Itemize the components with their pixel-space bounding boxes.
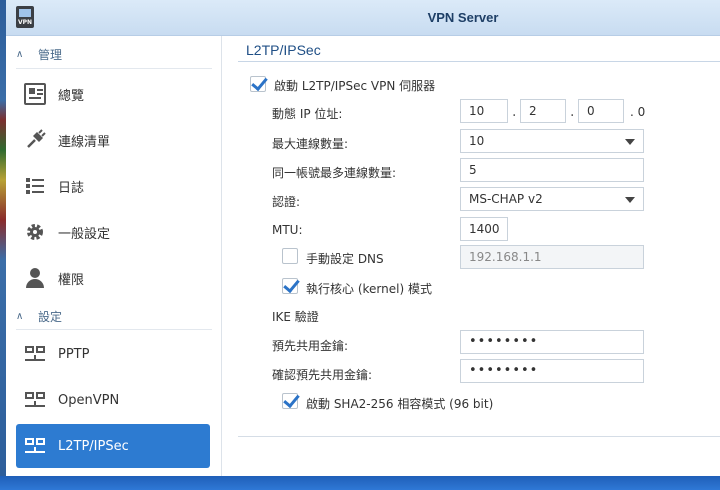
sidebar: ∧ 管理 總覽 連線清單 日誌 一般設定 權限 ∧ 設定 PPTP OpenVP…	[6, 36, 222, 476]
sidebar-item-privileges[interactable]: 權限	[16, 256, 210, 300]
sidebar-item-openvpn[interactable]: OpenVPN	[16, 378, 210, 422]
sidebar-item-general-settings[interactable]: 一般設定	[16, 210, 210, 254]
mtu-input[interactable]: 1400	[460, 217, 508, 241]
ike-heading: IKE 驗證	[272, 310, 319, 324]
sidebar-item-log[interactable]: 日誌	[16, 164, 210, 208]
sidebar-item-pptp[interactable]: PPTP	[16, 332, 210, 376]
psk-confirm-label: 確認預先共用金鑰:	[272, 368, 373, 382]
dynamic-ip-label: 動態 IP 位址:	[272, 107, 343, 121]
kernel-mode-checkbox[interactable]	[282, 278, 298, 294]
max-per-account-input[interactable]: 5	[460, 158, 644, 182]
manual-dns-checkbox[interactable]	[282, 248, 298, 264]
auth-label: 認證:	[272, 195, 301, 209]
sidebar-item-label: PPTP	[58, 346, 90, 362]
network-icon	[24, 389, 46, 411]
sidebar-group-label: 管理	[38, 47, 63, 62]
sidebar-item-label: 權限	[58, 272, 85, 288]
dynamic-ip-last-octet: . 0	[630, 105, 646, 119]
dropdown-arrow-icon	[625, 197, 635, 203]
sidebar-item-connection-list[interactable]: 連線清單	[16, 118, 210, 162]
sidebar-group-label: 設定	[38, 309, 63, 324]
kernel-mode-label: 執行核心 (kernel) 模式	[306, 282, 432, 296]
max-per-account-label: 同一帳號最多連線數量:	[272, 166, 397, 180]
dynamic-ip-octet-3[interactable]: 0	[578, 99, 624, 123]
psk-confirm-input[interactable]: ••••••••	[460, 359, 644, 383]
sidebar-group-manage[interactable]: ∧ 管理	[16, 42, 212, 66]
sidebar-item-overview[interactable]: 總覽	[16, 72, 210, 116]
auth-value: MS-CHAP v2	[469, 192, 543, 206]
chevron-up-icon: ∧	[16, 48, 24, 60]
divider	[238, 61, 720, 62]
log-list-icon	[24, 175, 46, 197]
max-connections-label: 最大連線數量:	[272, 137, 349, 151]
divider	[16, 329, 212, 330]
settings-panel: L2TP/IPSec 啟動 L2TP/IPSec VPN 伺服器 動態 IP 位…	[238, 36, 720, 476]
chevron-up-icon: ∧	[16, 310, 24, 322]
sidebar-item-label: 連線清單	[58, 134, 111, 150]
divider	[16, 68, 212, 69]
enable-l2tp-checkbox[interactable]	[250, 76, 266, 92]
manual-dns-label: 手動設定 DNS	[306, 252, 384, 266]
section-title: L2TP/IPSec	[246, 42, 321, 58]
sidebar-group-settings[interactable]: ∧ 設定	[16, 304, 212, 328]
gear-icon	[24, 221, 46, 243]
sidebar-item-label: L2TP/IPSec	[58, 438, 129, 454]
sha2-checkbox[interactable]	[282, 393, 298, 409]
network-icon	[24, 435, 46, 457]
sidebar-item-label: 總覽	[58, 88, 85, 104]
title-bar: VPN VPN Server	[6, 0, 720, 36]
dynamic-ip-octet-2[interactable]: 2	[520, 99, 566, 123]
psk-input[interactable]: ••••••••	[460, 330, 644, 354]
window-title: VPN Server	[427, 10, 499, 25]
sha2-label: 啟動 SHA2-256 相容模式 (96 bit)	[306, 397, 494, 411]
divider	[238, 436, 720, 437]
dynamic-ip-octet-4: 0	[637, 105, 646, 119]
mtu-label: MTU:	[272, 223, 303, 237]
plug-icon	[24, 129, 46, 151]
auth-select[interactable]: MS-CHAP v2	[460, 187, 644, 211]
sidebar-item-label: 一般設定	[58, 226, 111, 242]
sidebar-item-l2tp-ipsec[interactable]: L2TP/IPSec	[16, 424, 210, 468]
dropdown-arrow-icon	[625, 139, 635, 145]
dns-input[interactable]: 192.168.1.1	[460, 245, 644, 269]
psk-label: 預先共用金鑰:	[272, 339, 349, 353]
overview-icon	[24, 83, 46, 105]
enable-l2tp-label: 啟動 L2TP/IPSec VPN 伺服器	[274, 79, 436, 93]
desktop-taskbar-edge	[0, 476, 720, 490]
max-connections-select[interactable]: 10	[460, 129, 644, 153]
user-icon	[24, 267, 46, 289]
sidebar-item-label: 日誌	[58, 180, 85, 196]
sidebar-item-label: OpenVPN	[58, 392, 120, 408]
ip-dot: .	[512, 104, 517, 120]
network-icon	[24, 343, 46, 365]
ip-dot: .	[570, 104, 575, 120]
dynamic-ip-octet-1[interactable]: 10	[460, 99, 508, 123]
max-connections-value: 10	[469, 134, 485, 148]
vpn-server-window: VPN VPN Server ∧ 管理 總覽 連線清單 日誌 一般設定 權限 ∧…	[6, 0, 720, 476]
